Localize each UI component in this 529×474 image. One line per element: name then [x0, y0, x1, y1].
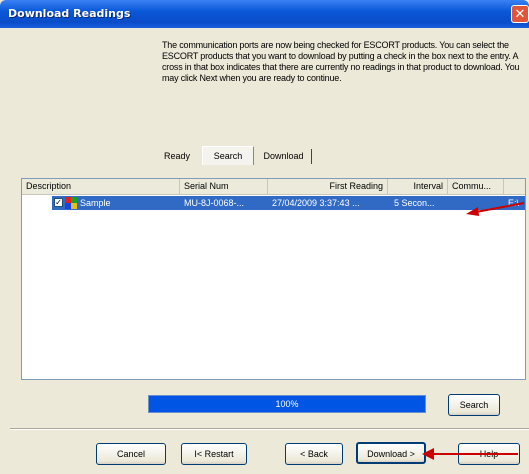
- table-row[interactable]: ✓ Sample MU-8J-0068-... 27/04/2009 3:37:…: [22, 196, 525, 210]
- back-button[interactable]: < Back: [285, 443, 343, 465]
- column-header-serial[interactable]: Serial Num: [180, 179, 268, 194]
- restart-button[interactable]: I< Restart: [181, 443, 247, 465]
- column-header-description[interactable]: Description: [22, 179, 180, 194]
- title-bar[interactable]: Download Readings ✕: [0, 0, 529, 28]
- row-serial: MU-8J-0068-...: [184, 198, 245, 208]
- instructions-text: The communication ports are now being ch…: [162, 40, 520, 83]
- download-readings-window: Download Readings ✕ The communication po…: [0, 0, 529, 474]
- search-button[interactable]: Search: [448, 394, 500, 416]
- row-first-reading: 27/04/2009 3:37:43 ...: [272, 198, 360, 208]
- products-list[interactable]: Description Serial Num First Reading Int…: [21, 178, 526, 380]
- close-icon[interactable]: ✕: [511, 5, 529, 23]
- annotation-arrow-row: [466, 202, 525, 216]
- logger-flag-icon: [65, 197, 77, 209]
- restart-button-label: I< Restart: [194, 449, 234, 459]
- cancel-button[interactable]: Cancel: [96, 443, 166, 465]
- list-header: Description Serial Num First Reading Int…: [22, 179, 525, 195]
- search-progress-bar: 100%: [148, 395, 426, 413]
- column-header-first-reading[interactable]: First Reading: [268, 179, 388, 194]
- search-button-label: Search: [459, 400, 489, 410]
- download-button-label: Download >: [367, 449, 415, 459]
- row-interval: 5 Secon...: [394, 198, 435, 208]
- annotation-arrow-download: [422, 448, 518, 460]
- row-description: Sample: [80, 198, 111, 208]
- tab-ready[interactable]: Ready: [156, 149, 198, 164]
- tab-search[interactable]: Search: [202, 146, 254, 165]
- download-button[interactable]: Download >: [356, 442, 426, 464]
- column-header-interval[interactable]: Interval: [388, 179, 448, 194]
- progress-label: 100%: [275, 399, 299, 409]
- tab-download[interactable]: Download: [256, 149, 312, 164]
- row-checkbox[interactable]: ✓: [54, 198, 63, 207]
- button-divider: [10, 428, 529, 430]
- back-button-label: < Back: [300, 449, 328, 459]
- cancel-button-label: Cancel: [116, 449, 145, 459]
- window-title: Download Readings: [8, 7, 131, 20]
- column-header-comms[interactable]: Commu...: [448, 179, 504, 194]
